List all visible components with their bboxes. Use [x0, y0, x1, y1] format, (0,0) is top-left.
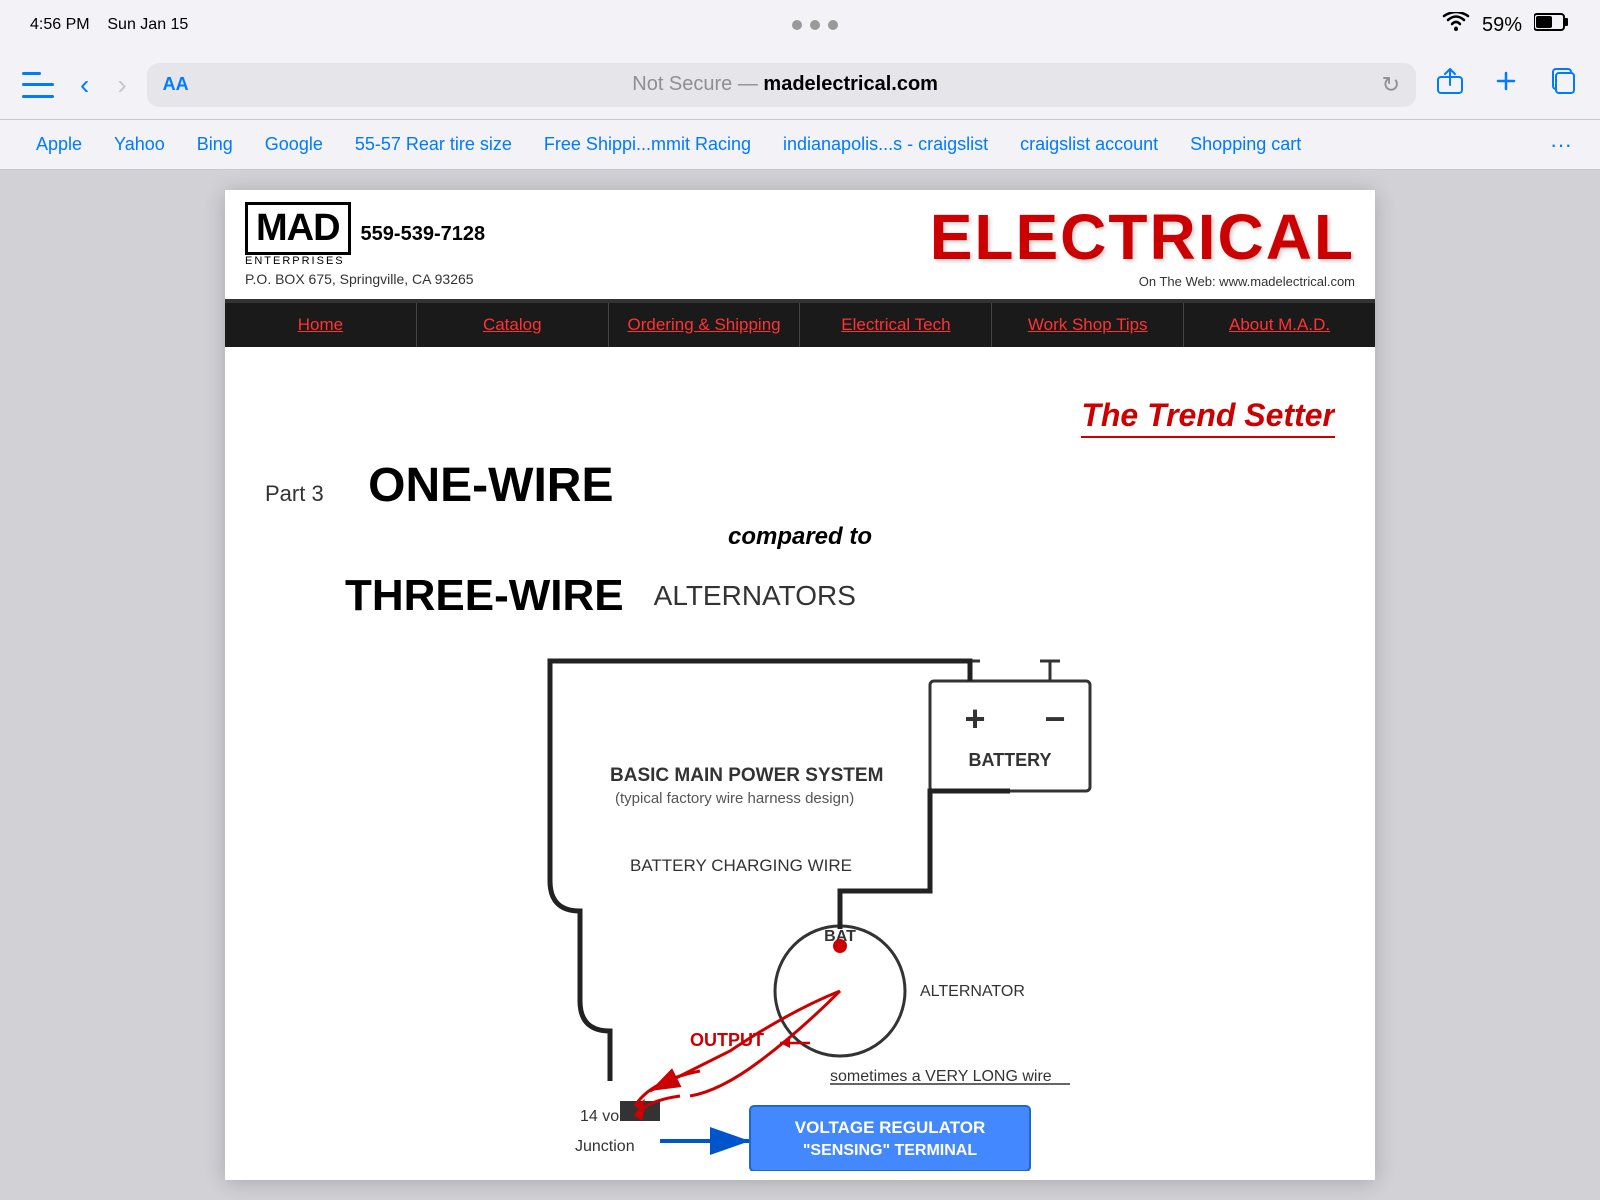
site-header: MAD ENTERPRISES 559-539-7128 P.O. BOX 67…: [225, 190, 1375, 303]
svg-text:BATTERY CHARGING WIRE: BATTERY CHARGING WIRE: [630, 856, 852, 875]
bookmark-shopping-cart[interactable]: Shopping cart: [1174, 134, 1317, 155]
new-tab-button[interactable]: [1484, 63, 1528, 106]
url-display: Not Secure — madelectrical.com: [199, 73, 1372, 96]
dot-1: [792, 20, 802, 30]
nav-electrical-tech[interactable]: Electrical Tech: [800, 303, 992, 347]
three-wire-title: THREE-WIRE: [345, 571, 624, 621]
content-area: MAD ENTERPRISES 559-539-7128 P.O. BOX 67…: [0, 170, 1600, 1200]
phone-number: 559-539-7128: [361, 223, 486, 246]
wifi-icon: [1442, 12, 1470, 38]
dot-3: [828, 20, 838, 30]
share-button[interactable]: [1428, 63, 1472, 106]
trend-setter-title: The Trend Setter: [1081, 397, 1335, 438]
one-wire-title: ONE-WIRE: [368, 458, 613, 513]
tabs-button[interactable]: [1540, 63, 1584, 106]
sidebar-toggle-button[interactable]: [16, 67, 60, 103]
svg-text:BASIC MAIN POWER SYSTEM: BASIC MAIN POWER SYSTEM: [610, 765, 883, 786]
site-content: The Trend Setter Part 3 ONE-WIRE compare…: [225, 347, 1375, 1180]
refresh-button[interactable]: ↻: [1382, 72, 1400, 98]
site-logo-right: ELECTRICAL On The Web: www.madelectrical…: [930, 200, 1355, 289]
wiring-diagram: + − BATTERY BAT ALTERNATOR: [265, 651, 1335, 1171]
url-bar[interactable]: AA Not Secure — madelectrical.com ↻: [147, 63, 1416, 107]
part-label: Part 3: [265, 481, 324, 507]
site-logo-brand: MAD ENTERPRISES 559-539-7128: [245, 202, 485, 267]
battery-percentage: 59%: [1482, 14, 1522, 37]
text-size-button[interactable]: AA: [163, 74, 189, 95]
electrical-logo: ELECTRICAL: [930, 200, 1355, 274]
three-wire-row: THREE-WIRE ALTERNATORS: [265, 561, 1335, 641]
site-web-url: On The Web: www.madelectrical.com: [1139, 274, 1355, 289]
mad-logo: MAD ENTERPRISES: [245, 202, 351, 267]
svg-text:+: +: [964, 698, 985, 739]
bookmark-shipping[interactable]: Free Shippi...mmit Racing: [528, 134, 767, 155]
bookmark-bing[interactable]: Bing: [181, 134, 249, 155]
svg-text:"SENSING" TERMINAL: "SENSING" TERMINAL: [803, 1142, 978, 1159]
svg-text:−: −: [1044, 698, 1065, 739]
svg-text:BATTERY: BATTERY: [969, 750, 1052, 770]
bookmark-yahoo[interactable]: Yahoo: [98, 134, 181, 155]
forward-button[interactable]: ›: [109, 67, 134, 103]
back-button[interactable]: ‹: [72, 67, 97, 103]
bookmarks-bar: Apple Yahoo Bing Google 55-57 Rear tire …: [0, 120, 1600, 170]
enterprises-text: ENTERPRISES: [245, 255, 351, 267]
nav-ordering[interactable]: Ordering & Shipping: [609, 303, 801, 347]
alternators-text: ALTERNATORS: [654, 580, 856, 612]
site-nav: Home Catalog Ordering & Shipping Electri…: [225, 303, 1375, 347]
sidebar-icon: [22, 72, 54, 98]
bookmark-indianapolis[interactable]: indianapolis...s - craigslist: [767, 134, 1004, 155]
bookmark-google[interactable]: Google: [249, 134, 339, 155]
address: P.O. BOX 675, Springville, CA 93265: [245, 271, 485, 287]
diagram-area: + − BATTERY BAT ALTERNATOR: [265, 651, 1335, 1171]
battery-icon: [1534, 12, 1570, 38]
nav-bar: ‹ › AA Not Secure — madelectrical.com ↻: [0, 50, 1600, 120]
site-logo-left: MAD ENTERPRISES 559-539-7128 P.O. BOX 67…: [245, 202, 485, 287]
status-bar: 4:56 PM Sun Jan 15 59%: [0, 0, 1600, 50]
status-date: Sun Jan 15: [107, 16, 188, 33]
bookmarks-more-button[interactable]: ···: [1542, 132, 1580, 158]
article-header: The Trend Setter Part 3 ONE-WIRE compare…: [265, 377, 1335, 651]
mad-text: MAD: [245, 202, 351, 255]
svg-text:OUTPUT: OUTPUT: [690, 1030, 764, 1050]
svg-text:Junction: Junction: [575, 1138, 635, 1155]
status-right: 59%: [1442, 12, 1570, 38]
status-center-dots: [792, 20, 838, 30]
bookmark-tire-size[interactable]: 55-57 Rear tire size: [339, 134, 528, 155]
bookmark-craigslist-account[interactable]: craigslist account: [1004, 134, 1174, 155]
svg-text:VOLTAGE REGULATOR: VOLTAGE REGULATOR: [795, 1118, 985, 1137]
nav-home[interactable]: Home: [225, 303, 417, 347]
svg-text:(typical factory wire harness: (typical factory wire harness design): [615, 790, 854, 807]
url-domain: madelectrical.com: [763, 73, 938, 95]
nav-catalog[interactable]: Catalog: [417, 303, 609, 347]
bookmark-apple[interactable]: Apple: [20, 134, 98, 155]
nav-about[interactable]: About M.A.D.: [1184, 303, 1375, 347]
status-time-date: 4:56 PM Sun Jan 15: [30, 16, 188, 34]
svg-text:ALTERNATOR: ALTERNATOR: [920, 983, 1025, 1000]
compared-to-text: compared to: [265, 513, 1335, 561]
nav-workshop-tips[interactable]: Work Shop Tips: [992, 303, 1184, 347]
dot-2: [810, 20, 820, 30]
status-time: 4:56 PM: [30, 16, 90, 33]
svg-text:sometimes a VERY LONG wire: sometimes a VERY LONG wire: [830, 1068, 1052, 1085]
website-container: MAD ENTERPRISES 559-539-7128 P.O. BOX 67…: [225, 190, 1375, 1180]
not-secure-label: Not Secure —: [632, 73, 763, 95]
